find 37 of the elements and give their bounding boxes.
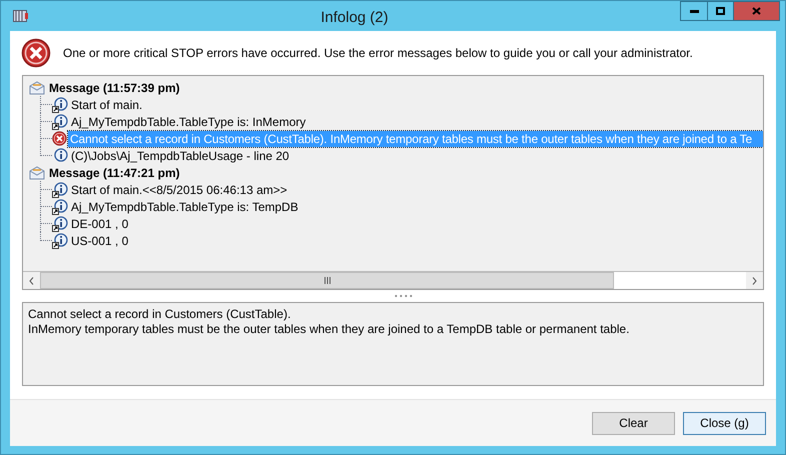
envelope-icon [29, 166, 45, 180]
window-title: Infolog (2) [320, 8, 390, 28]
error-icon [52, 131, 67, 146]
minimize-button[interactable] [680, 1, 708, 21]
info-shortcut-icon [52, 216, 68, 232]
log-entry[interactable]: Start of main. [69, 96, 144, 112]
info-shortcut-icon [52, 182, 68, 198]
info-shortcut-icon [52, 96, 68, 112]
scroll-right-icon [752, 276, 757, 284]
detail-text: Cannot select a record in Customers (CustTable). [28, 307, 292, 322]
close-button[interactable] [734, 1, 780, 21]
scroll-left-icon [29, 276, 34, 284]
stop-error-icon [21, 38, 51, 68]
envelope-icon [29, 80, 45, 94]
info-shortcut-icon [52, 232, 68, 248]
app-icon [13, 9, 29, 23]
message-group-title[interactable]: Message (11:47:21 pm) [49, 164, 180, 182]
info-shortcut-icon [52, 198, 68, 214]
close-dialog-button[interactable]: Close (g) [683, 412, 766, 434]
horizontal-scrollbar[interactable] [23, 271, 763, 289]
clear-button[interactable]: Clear [592, 412, 675, 434]
grip-icon [324, 277, 330, 284]
minimize-icon [690, 10, 698, 12]
log-entry[interactable]: (C)\Jobs\Aj_TempdbTableUsage - line 20 [69, 148, 292, 164]
message-group-title[interactable]: Message (11:57:39 pm) [49, 78, 180, 96]
log-entry[interactable]: Start of main.<<8/5/2015 06:46:13 am>> [69, 182, 290, 198]
info-shortcut-icon [52, 114, 68, 130]
log-entry[interactable]: DE-001 , 0 [69, 216, 130, 232]
log-entry[interactable]: Aj_MyTempdbTable.TableType is: TempDB [69, 198, 300, 214]
info-icon [52, 148, 68, 164]
close-icon [752, 7, 761, 15]
log-entry[interactable]: US-001 , 0 [69, 232, 130, 248]
log-entry[interactable]: Aj_MyTempdbTable.TableType is: InMemory [69, 114, 308, 130]
scrollbar-thumb[interactable] [40, 272, 614, 289]
detail-text: InMemory temporary tables must be the outer tables when they are joined to a TempDB table or permanent table. [28, 322, 630, 337]
error-summary: One or more critical STOP errors have occurred. Use the error messages below to guide you or call your administrator. [63, 45, 693, 62]
maximize-icon [716, 7, 725, 15]
